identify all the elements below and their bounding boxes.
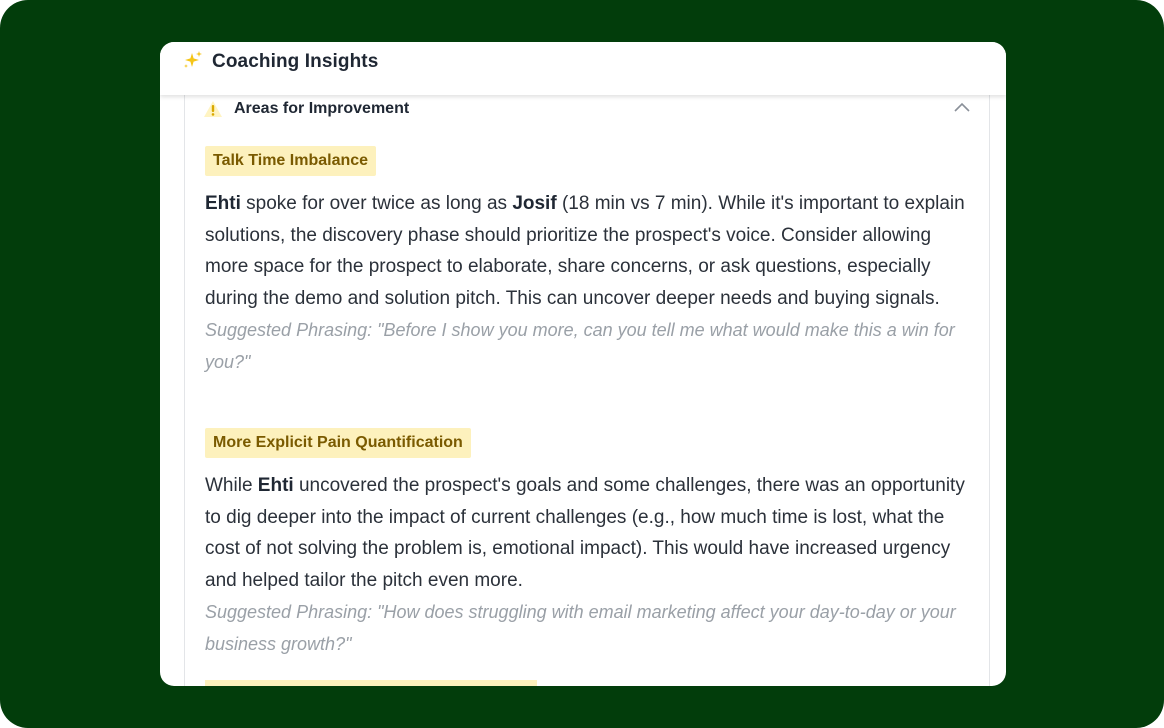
body-text-run: While	[205, 475, 258, 496]
app-frame: Coaching Insights Areas for Improvement …	[0, 0, 1164, 728]
body-text-run: uncovered the prospect's goals and some …	[205, 475, 965, 591]
sparkle-icon	[184, 51, 202, 68]
chevron-up-icon[interactable]	[953, 100, 971, 114]
speaker-name: Ehti	[257, 475, 294, 496]
warning-icon	[204, 101, 222, 117]
insight-item: More Explicit Pain Quantification While …	[205, 428, 975, 660]
card-header: Coaching Insights	[160, 42, 1006, 95]
insight-tag: More Explicit Pain Quantification	[205, 428, 471, 458]
areas-for-improvement-panel: Areas for Improvement Talk Time Imbalanc…	[184, 82, 990, 686]
insight-item: Talk Time Imbalance Ehti spoke for over …	[205, 146, 975, 378]
insight-tag: Talk Time Imbalance	[205, 146, 377, 176]
speaker-name: Ehti	[205, 193, 241, 214]
insight-body: Ehti spoke for over twice as long as Jos…	[205, 188, 975, 314]
insight-body: While Ehti uncovered the prospect's goal…	[205, 470, 975, 596]
card-title: Coaching Insights	[212, 51, 379, 72]
suggested-phrasing: Suggested Phrasing: "Before I show you m…	[205, 320, 955, 372]
next-insight-tag	[205, 680, 537, 686]
body-text-run: spoke for over twice as long as	[240, 193, 513, 214]
section-header[interactable]: Areas for Improvement	[185, 96, 989, 120]
suggested-phrasing: Suggested Phrasing: "How does struggling…	[205, 602, 956, 654]
speaker-name: Josif	[512, 193, 557, 214]
coaching-insights-card: Coaching Insights Areas for Improvement …	[160, 42, 1006, 686]
section-title: Areas for Improvement	[234, 100, 410, 117]
